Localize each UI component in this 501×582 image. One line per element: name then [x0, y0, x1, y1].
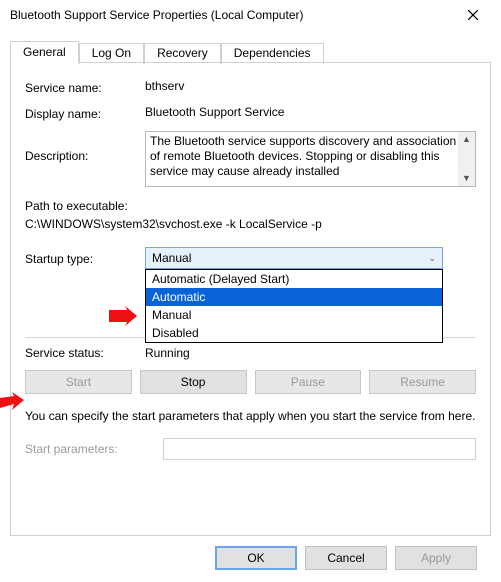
- service-name-label: Service name:: [25, 79, 145, 95]
- scroll-down-icon[interactable]: ▼: [462, 171, 471, 186]
- start-parameters-input: [163, 438, 476, 460]
- chevron-down-icon: ⌄: [428, 253, 436, 264]
- tab-label: Dependencies: [234, 46, 311, 60]
- dialog-footer: OK Cancel Apply: [10, 536, 491, 570]
- start-parameters-label: Start parameters:: [25, 442, 155, 456]
- pause-button: Pause: [255, 370, 362, 394]
- scroll-up-icon[interactable]: ▲: [462, 132, 471, 147]
- path-label: Path to executable:: [25, 197, 476, 215]
- titlebar: Bluetooth Support Service Properties (Lo…: [0, 0, 501, 30]
- startup-option-disabled[interactable]: Disabled: [146, 324, 442, 342]
- startup-option-automatic[interactable]: Automatic: [146, 288, 442, 306]
- close-button[interactable]: [453, 0, 493, 30]
- tabpanel-general: Service name: bthserv Display name: Blue…: [10, 62, 491, 536]
- tab-label: Log On: [92, 46, 131, 60]
- startup-type-value: Manual: [152, 251, 191, 265]
- start-button: Start: [25, 370, 132, 394]
- cancel-button[interactable]: Cancel: [305, 546, 387, 570]
- description-textbox[interactable]: The Bluetooth service supports discovery…: [145, 131, 476, 187]
- tab-dependencies[interactable]: Dependencies: [221, 43, 324, 64]
- display-name-label: Display name:: [25, 105, 145, 121]
- window-title: Bluetooth Support Service Properties (Lo…: [10, 8, 453, 22]
- startup-option-delayed[interactable]: Automatic (Delayed Start): [146, 270, 442, 288]
- stop-button[interactable]: Stop: [140, 370, 247, 394]
- tabstrip: General Log On Recovery Dependencies: [10, 38, 491, 62]
- startup-type-select[interactable]: Manual ⌄: [145, 247, 443, 269]
- service-status-label: Service status:: [25, 346, 145, 360]
- tab-log-on[interactable]: Log On: [79, 43, 144, 64]
- description-scrollbar[interactable]: ▲ ▼: [458, 132, 475, 186]
- tab-general[interactable]: General: [10, 41, 79, 63]
- description-text: The Bluetooth service supports discovery…: [150, 134, 456, 178]
- description-label: Description:: [25, 131, 145, 163]
- resume-button: Resume: [369, 370, 476, 394]
- tab-recovery[interactable]: Recovery: [144, 43, 221, 64]
- path-value: C:\WINDOWS\system32\svchost.exe -k Local…: [25, 215, 476, 233]
- display-name-value: Bluetooth Support Service: [145, 105, 476, 119]
- service-name-value: bthserv: [145, 79, 476, 93]
- tab-label: General: [23, 45, 66, 59]
- info-text: You can specify the start parameters tha…: [25, 408, 476, 424]
- tab-label: Recovery: [157, 46, 208, 60]
- startup-type-label: Startup type:: [25, 250, 145, 266]
- startup-type-dropdown: Automatic (Delayed Start) Automatic Manu…: [145, 269, 443, 343]
- startup-option-manual[interactable]: Manual: [146, 306, 442, 324]
- service-status-value: Running: [145, 346, 190, 360]
- apply-button: Apply: [395, 546, 477, 570]
- ok-button[interactable]: OK: [215, 546, 297, 570]
- close-icon: [468, 10, 478, 20]
